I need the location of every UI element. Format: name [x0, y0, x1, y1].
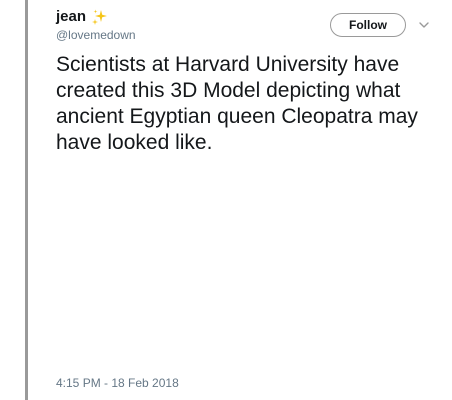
quote-bar	[25, 0, 28, 400]
tweet-header: jean @lovemedown Follow	[56, 8, 446, 42]
follow-button[interactable]: Follow	[330, 13, 406, 37]
tweet-timestamp[interactable]: 4:15 PM - 18 Feb 2018	[56, 376, 179, 390]
tweet-text: Scientists at Harvard University have cr…	[56, 53, 418, 154]
display-name[interactable]: jean	[56, 8, 86, 26]
tweet-card: jean @lovemedown Follow Scientists at Ha…	[56, 0, 446, 400]
name-row: jean	[56, 8, 108, 26]
user-handle[interactable]: @lovemedown	[56, 28, 136, 42]
chevron-down-icon[interactable]	[417, 18, 431, 32]
sparkles-icon	[92, 9, 108, 25]
